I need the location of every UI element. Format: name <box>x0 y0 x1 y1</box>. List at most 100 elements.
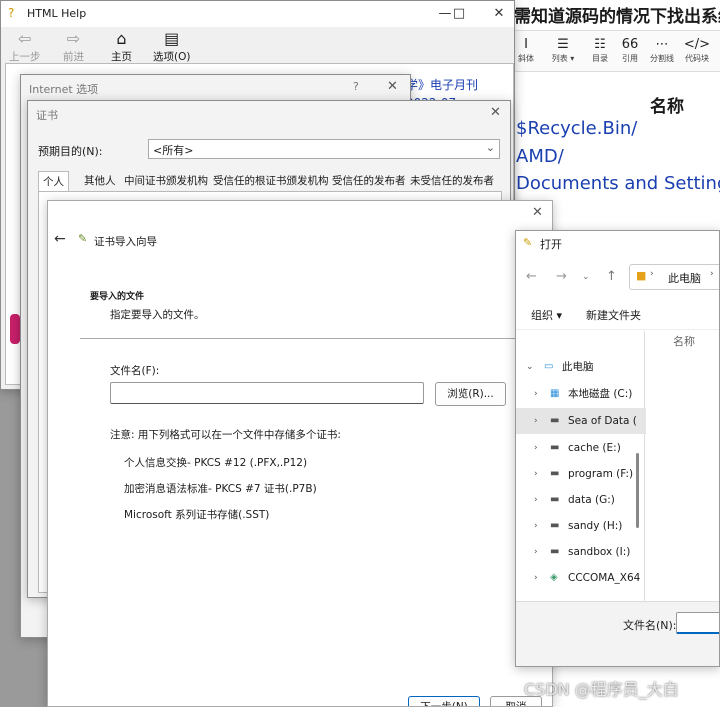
format-pfx: 个人信息交换- PKCS #12 (.PFX,.P12) <box>124 457 308 469</box>
home-button[interactable]: ⌂ 主页 <box>111 29 132 64</box>
cert-title: 证书 <box>36 109 58 122</box>
section-description: 指定要导入的文件。 <box>110 309 205 321</box>
inet-title: Internet 选项 <box>29 83 99 96</box>
doc-heading: 需知道源码的情况下找出系统 <box>514 7 720 27</box>
chevron-right-icon: › <box>534 521 538 531</box>
tree-item-this-pc[interactable]: ⌄ ▭ 此电脑 <box>516 354 646 380</box>
pc-icon: ▭ <box>544 361 554 372</box>
back-button[interactable]: ⇦ 上一步 <box>9 29 41 64</box>
address-bar[interactable]: ■ › 此电脑 › S <box>629 264 719 290</box>
format-sst: Microsoft 系列证书存储(.SST) <box>124 509 270 521</box>
chevron-right-icon: › <box>534 573 538 583</box>
help-titlebar: ? HTML Help — □ ✕ <box>1 1 514 27</box>
filename-input[interactable] <box>676 612 719 634</box>
tree-item-drive-c[interactable]: › ▦ 本地磁盘 (C:) <box>516 381 646 407</box>
organize-button[interactable]: 组织 ▾ <box>531 307 562 323</box>
doc-toolbar: I 斜体 ☰ 列表 ▾ ☷ 目录 66 引用 ⋯ 分割线 </> 代码块 <box>512 30 720 72</box>
chevron-right-icon: › <box>534 389 538 399</box>
wizard-title: 证书导入向导 <box>94 236 157 248</box>
file-name-label: 文件名(F): <box>110 365 160 377</box>
purpose-select[interactable]: <所有> ⌄ <box>148 139 500 159</box>
folder-icon: ■ <box>636 269 647 282</box>
chevron-down-icon: ⌄ <box>526 362 534 372</box>
next-button[interactable]: 下一步(N) <box>408 696 480 706</box>
divider-button[interactable]: ⋯ 分割线 <box>648 37 676 64</box>
new-folder-button[interactable]: 新建文件夹 <box>586 307 641 323</box>
chevron-right-icon: › <box>534 443 538 453</box>
help-question-icon[interactable]: ? <box>353 80 359 93</box>
quote-button[interactable]: 66 引用 <box>618 37 642 64</box>
drive-icon: ▬ <box>550 520 560 531</box>
code-block-button[interactable]: </> 代码块 <box>682 37 712 64</box>
tree-item-drive-d[interactable]: › ▬ Sea of Data ( <box>516 408 646 434</box>
name-column-header[interactable]: 名称 <box>673 333 695 349</box>
tab-personal[interactable]: 个人 <box>38 171 69 192</box>
close-icon[interactable]: ✕ <box>485 1 513 27</box>
help-decoration <box>10 314 20 344</box>
drive-icon: ▬ <box>550 494 560 505</box>
open-dialog-title: 打开 <box>540 238 562 251</box>
browse-button[interactable]: 浏览(R)... <box>435 382 506 406</box>
windows-drive-icon: ▦ <box>550 388 560 399</box>
open-file-dialog: ✎ 打开 ← → ⌄ ↑ ■ › 此电脑 › S 组织 ▾ 新建文件夹 名称 ⌄… <box>515 230 720 667</box>
wizard-close-icon[interactable]: ✕ <box>532 205 543 220</box>
nav-back-icon[interactable]: ← <box>526 269 537 284</box>
italic-button[interactable]: I 斜体 <box>514 37 538 64</box>
drive-icon: ▬ <box>550 442 560 453</box>
certificate-import-wizard: ✕ ← ✎ 证书导入向导 要导入的文件 指定要导入的文件。 文件名(F): 浏览… <box>47 200 553 707</box>
options-icon: ▤ <box>164 29 180 48</box>
tree-item-drive-i[interactable]: › ▬ sandbox (I:) <box>516 539 646 565</box>
command-bar: 组织 ▾ 新建文件夹 <box>516 297 719 330</box>
tab-other-people[interactable]: 其他人 <box>80 171 120 191</box>
tree-item-drive-e[interactable]: › ▬ cache (E:) <box>516 435 646 461</box>
forward-button[interactable]: ⇨ 前进 <box>63 29 84 64</box>
divider <box>80 338 552 339</box>
tab-trusted-root-ca[interactable]: 受信任的根证书颁发机构 <box>209 171 333 191</box>
column-header: 名称 <box>650 97 684 117</box>
options-button[interactable]: ▤ 选项(O) <box>153 29 190 64</box>
dvd-icon: ◈ <box>550 572 558 583</box>
help-title: HTML Help <box>27 7 87 20</box>
tab-untrusted-publishers[interactable]: 未受信任的发布者 <box>406 171 498 191</box>
tree-item-dvd[interactable]: › ◈ CCCOMA_X64 <box>516 565 646 591</box>
maximize-icon[interactable]: □ <box>445 1 473 27</box>
chevron-right-icon: › <box>534 469 538 479</box>
certificate-icon: ✎ <box>78 232 88 245</box>
file-name-input[interactable] <box>110 382 424 404</box>
nav-forward-icon[interactable]: → <box>556 269 567 284</box>
breadcrumb-this-pc[interactable]: 此电脑 <box>668 270 701 286</box>
tree-item-drive-g[interactable]: › ▬ data (G:) <box>516 487 646 513</box>
chevron-down-icon: ⌄ <box>485 141 495 154</box>
drive-icon: ▬ <box>550 546 560 557</box>
toc-button[interactable]: ☷ 目录 <box>588 37 612 64</box>
forward-arrow-icon: ⇨ <box>66 29 81 48</box>
nav-recent-icon[interactable]: ⌄ <box>582 272 590 282</box>
link-documents[interactable]: Documents and Settings/ <box>516 173 720 194</box>
tree-item-drive-h[interactable]: › ▬ sandy (H:) <box>516 513 646 539</box>
help-app-icon: ? <box>8 6 15 20</box>
breadcrumb-chevron-icon: › <box>650 269 654 279</box>
breadcrumb-chevron-icon: › <box>710 269 714 279</box>
section-title: 要导入的文件 <box>90 292 145 302</box>
format-p7b: 加密消息语法标准- PKCS #7 证书(.P7B) <box>124 483 317 495</box>
tree-item-drive-f[interactable]: › ▬ program (F:) <box>516 461 646 487</box>
tab-trusted-publishers[interactable]: 受信任的发布者 <box>328 171 410 191</box>
chevron-right-icon: › <box>534 416 538 426</box>
filename-bar: 文件名(N): <box>516 601 719 666</box>
inet-close-icon[interactable]: ✕ <box>387 79 398 94</box>
list-button[interactable]: ☰ 列表 ▾ <box>548 37 578 64</box>
drive-icon: ▬ <box>550 415 560 426</box>
nav-up-icon[interactable]: ↑ <box>606 269 617 284</box>
watermark: CSDN @程序员_大白 <box>524 680 679 699</box>
tab-intermediate-ca[interactable]: 中间证书颁发机构 <box>120 171 212 191</box>
link-amd[interactable]: AMD/ <box>516 146 564 167</box>
chevron-right-icon: › <box>534 495 538 505</box>
purpose-label: 预期目的(N): <box>38 145 103 158</box>
filename-label: 文件名(N): <box>623 619 677 632</box>
back-arrow-icon[interactable]: ← <box>54 231 66 247</box>
cert-close-icon[interactable]: ✕ <box>490 105 501 120</box>
chevron-right-icon: › <box>534 547 538 557</box>
note-text: 注意: 用下列格式可以在一个文件中存储多个证书: <box>110 429 341 441</box>
back-arrow-icon: ⇦ <box>18 29 32 48</box>
link-recycle-bin[interactable]: $Recycle.Bin/ <box>516 118 637 139</box>
